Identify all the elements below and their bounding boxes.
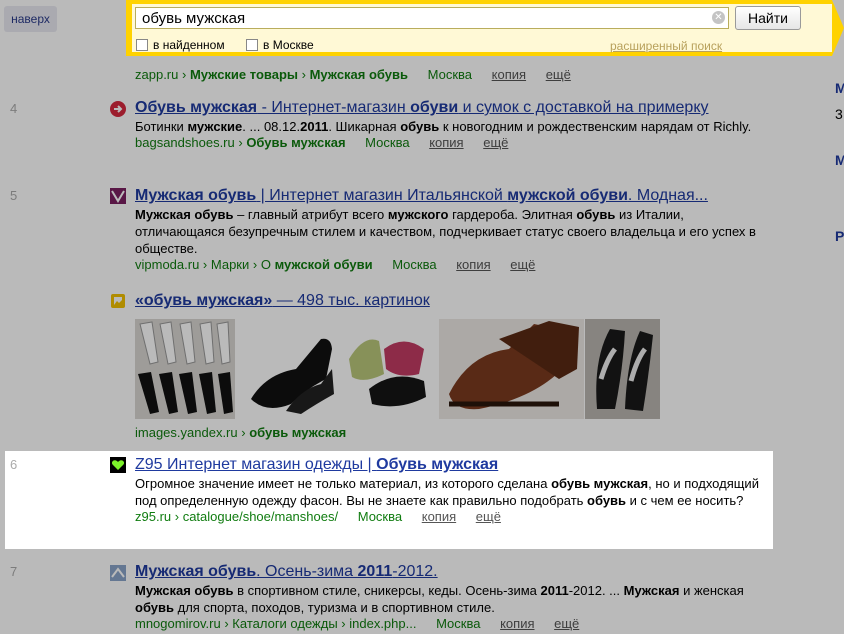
result-city: Москва <box>436 616 481 631</box>
prev-result-url-line: zapp.ru › Мужские товары › Мужская обувь… <box>135 67 571 82</box>
more-link[interactable]: ещё <box>483 135 508 150</box>
result-title-link[interactable]: Мужская обувь | Интернет магазин Итальян… <box>135 187 708 204</box>
result-city: Москва <box>365 135 410 150</box>
checkbox-box[interactable] <box>136 39 148 51</box>
more-link[interactable]: ещё <box>554 616 579 631</box>
result-url[interactable]: mnogomirov.ru <box>135 616 221 631</box>
result-title-link[interactable]: Обувь мужская - Интернет-магазин обуви и… <box>135 99 709 116</box>
result-snippet: Мужская обувь в спортивном стиле, сникер… <box>135 583 744 615</box>
images-url-line: images.yandex.ru › обувь мужская <box>135 425 347 440</box>
result-path[interactable]: catalogue/shoe/manshoes/ <box>183 509 338 524</box>
images-title-link[interactable]: «обувь мужская» — 498 тыс. картинок <box>135 292 430 309</box>
cached-copy-link[interactable]: копия <box>429 135 463 150</box>
result-path[interactable]: Каталоги одежды <box>232 616 337 631</box>
cached-copy-link[interactable]: копия <box>500 616 534 631</box>
result-city: Москва <box>427 67 473 82</box>
result-url[interactable]: vipmoda.ru <box>135 257 199 272</box>
right-link[interactable]: P <box>835 228 844 244</box>
result-url[interactable]: z95.ru <box>135 509 171 524</box>
search-button[interactable]: Найти <box>735 6 801 30</box>
search-bar: ✕ Найти в найденном в Москве расширенный… <box>126 0 844 56</box>
search-result-highlighted: Z95 Интернет магазин одежды | Обувь мужс… <box>135 456 765 524</box>
result-url-line: bagsandshoes.ru › Обувь мужская Москва к… <box>135 135 509 150</box>
checkbox-label: в найденном <box>153 38 225 52</box>
search-result: Мужская обувь | Интернет магазин Итальян… <box>135 187 765 272</box>
site-favicon-icon <box>110 188 126 204</box>
result-path[interactable]: index.php... <box>349 616 416 631</box>
search-in-city-checkbox[interactable]: в Москве <box>246 38 314 52</box>
result-url[interactable]: zapp.ru <box>135 67 178 82</box>
images-icon <box>110 293 126 309</box>
arrow-circle-icon <box>110 101 126 117</box>
image-thumbnail[interactable] <box>135 319 235 419</box>
more-link[interactable]: ещё <box>476 509 501 524</box>
images-result: «обувь мужская» — 498 тыс. картинок <box>135 292 765 310</box>
result-snippet: Ботинки мужские. ... 08.12.2011. Шикарна… <box>135 119 752 134</box>
checkbox-box[interactable] <box>246 39 258 51</box>
result-path[interactable]: Обувь мужская <box>246 135 345 150</box>
cached-copy-link[interactable]: копия <box>492 67 526 82</box>
image-thumbnail[interactable] <box>246 319 336 419</box>
result-path[interactable]: обувь мужская <box>249 425 346 440</box>
clear-search-icon[interactable]: ✕ <box>712 11 725 24</box>
result-path[interactable]: О <box>261 257 275 272</box>
right-text: 3 <box>835 106 843 122</box>
result-path[interactable]: Марки <box>211 257 249 272</box>
result-snippet: Огромное значение имеет не только матери… <box>135 476 759 508</box>
result-city: Москва <box>357 509 403 524</box>
scroll-top-button[interactable]: наверх <box>4 6 57 32</box>
result-url-line: vipmoda.ru › Марки › О мужской обуви Мос… <box>135 257 536 272</box>
result-path[interactable]: Мужские товары <box>190 67 298 82</box>
image-thumbnail[interactable] <box>585 319 660 419</box>
right-link[interactable]: M <box>835 80 844 96</box>
more-link[interactable]: ещё <box>510 257 535 272</box>
result-path[interactable]: мужской обуви <box>275 257 373 272</box>
result-number: 7 <box>10 564 18 579</box>
result-number: 4 <box>10 101 18 116</box>
search-bar-arrow <box>832 0 844 56</box>
result-city: Москва <box>392 257 437 272</box>
heart-icon <box>110 457 126 473</box>
advanced-search-link[interactable]: расширенный поиск <box>610 39 722 53</box>
search-input[interactable] <box>135 7 729 29</box>
result-url-line: mnogomirov.ru › Каталоги одежды › index.… <box>135 616 580 631</box>
more-link[interactable]: ещё <box>546 67 571 82</box>
result-number: 6 <box>10 457 18 472</box>
cached-copy-link[interactable]: копия <box>422 509 456 524</box>
result-url[interactable]: bagsandshoes.ru <box>135 135 235 150</box>
result-url-line: z95.ru › catalogue/shoe/manshoes/ Москва… <box>135 509 501 524</box>
cached-copy-link[interactable]: копия <box>456 257 490 272</box>
search-result: Обувь мужская - Интернет-магазин обуви и… <box>135 99 765 150</box>
image-thumbnail[interactable] <box>439 319 584 419</box>
right-column-links: M 3 M P <box>835 80 844 244</box>
checkbox-label: в Москве <box>263 38 314 52</box>
right-link[interactable]: M <box>835 152 844 168</box>
search-in-results-checkbox[interactable]: в найденном <box>136 38 225 52</box>
result-title-link[interactable]: Мужская обувь. Осень-зима 2011-2012. <box>135 563 438 580</box>
result-path[interactable]: Мужская обувь <box>310 67 408 82</box>
result-number: 5 <box>10 188 18 203</box>
result-url[interactable]: images.yandex.ru <box>135 425 238 440</box>
image-thumbnail[interactable] <box>344 319 434 419</box>
search-result: Мужская обувь. Осень-зима 2011-2012. Муж… <box>135 563 765 631</box>
site-favicon-icon <box>110 565 126 581</box>
search-bar-inner: ✕ Найти в найденном в Москве расширенный… <box>132 4 832 53</box>
result-title-link[interactable]: Z95 Интернет магазин одежды | Обувь мужс… <box>135 456 498 473</box>
result-snippet: Мужская обувь – главный атрибут всего му… <box>135 207 756 256</box>
